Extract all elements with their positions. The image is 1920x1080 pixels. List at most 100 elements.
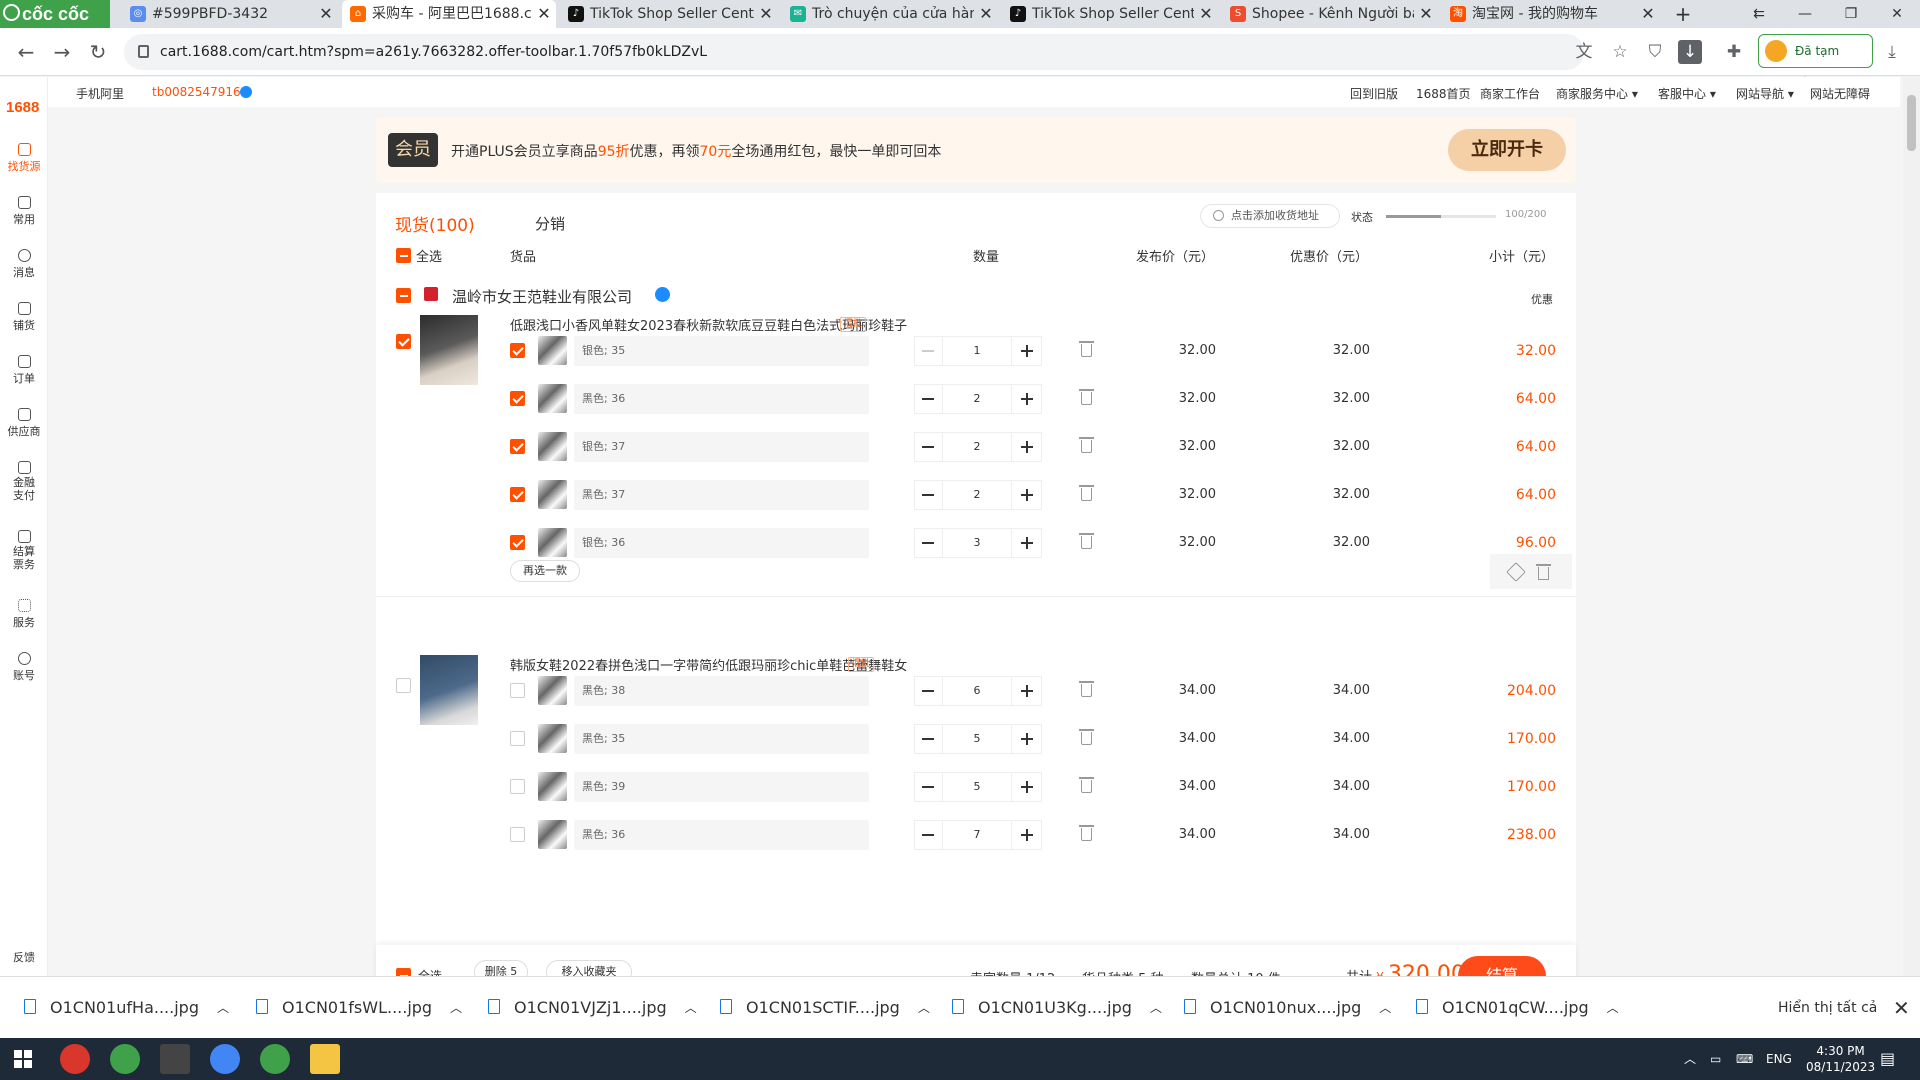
move-to-favorites-button[interactable]: 移入收藏夹 bbox=[546, 960, 632, 976]
sidebar-item-find-source[interactable]: 找货源 bbox=[0, 143, 48, 174]
quantity-input[interactable]: 7 bbox=[942, 820, 1012, 850]
sidebar-item-messages[interactable]: 消息 bbox=[0, 249, 48, 280]
profile-paused-button[interactable]: Đã tạm dừng bbox=[1758, 34, 1873, 90]
close-downloads-icon[interactable]: ✕ bbox=[1893, 977, 1910, 1039]
restore-button[interactable]: ❐ bbox=[1828, 0, 1874, 28]
sidebar-item-distribute[interactable]: 铺货 bbox=[0, 302, 48, 333]
bookmark-star-icon[interactable]: ☆ bbox=[1608, 40, 1632, 64]
reselect-button[interactable]: 再选一款 bbox=[510, 560, 580, 582]
user-link[interactable]: tb0082547916 bbox=[152, 85, 241, 99]
vertical-scrollbar[interactable] bbox=[1903, 77, 1920, 976]
tab-stock[interactable]: 现货(100) bbox=[395, 211, 475, 236]
delete-sku-icon[interactable] bbox=[1079, 777, 1094, 793]
tab-search-icon[interactable]: ⇇ bbox=[1736, 0, 1782, 28]
download-item[interactable]: O1CN01SCTIF....jpg ︿ bbox=[716, 977, 930, 1039]
decrease-button[interactable] bbox=[922, 738, 934, 740]
coccoc-taskbar-icon[interactable] bbox=[110, 1044, 140, 1074]
sidebar-item-account[interactable]: 账号 bbox=[0, 652, 48, 683]
select-all-checkbox[interactable] bbox=[396, 248, 411, 263]
decrease-button[interactable] bbox=[922, 446, 934, 448]
browser-logo[interactable]: cốc cốc bbox=[0, 0, 110, 28]
download-options-caret-icon[interactable]: ︿ bbox=[217, 977, 229, 1039]
quantity-input[interactable]: 1 bbox=[942, 336, 1012, 366]
close-window-button[interactable]: ✕ bbox=[1874, 0, 1920, 28]
delete-product-icon[interactable] bbox=[1536, 564, 1551, 580]
network-icon[interactable]: ▭ bbox=[1710, 1038, 1721, 1080]
sku-checkbox[interactable] bbox=[510, 487, 525, 502]
decrease-button[interactable] bbox=[922, 542, 934, 544]
quantity-input[interactable]: 2 bbox=[942, 384, 1012, 414]
top-link-customer-service[interactable]: 客服中心 ▾ bbox=[1658, 85, 1716, 102]
clock[interactable]: 4:30 PM 08/11/2023 bbox=[1806, 1043, 1875, 1075]
checkout-button[interactable]: 结算 bbox=[1458, 956, 1546, 976]
sku-spec[interactable]: 黑色; 37 bbox=[574, 480, 869, 510]
sku-checkbox[interactable] bbox=[510, 535, 525, 550]
tray-arrow-icon[interactable]: ︿ bbox=[1684, 1038, 1696, 1080]
download-options-caret-icon[interactable]: ︿ bbox=[450, 977, 462, 1039]
sku-spec[interactable]: 黑色; 35 bbox=[574, 724, 869, 754]
sku-spec[interactable]: 黑色; 36 bbox=[574, 384, 869, 414]
app-icon[interactable] bbox=[60, 1044, 90, 1074]
back-icon[interactable]: ← bbox=[14, 40, 38, 64]
tab-close-icon[interactable]: ✕ bbox=[318, 0, 334, 28]
download-tray-icon[interactable]: ⤓ bbox=[1880, 40, 1904, 64]
download-item[interactable]: O1CN01fsWL....jpg ︿ bbox=[252, 977, 462, 1039]
tab-close-icon[interactable]: ✕ bbox=[536, 0, 552, 28]
calculator-icon[interactable] bbox=[160, 1044, 190, 1074]
sidebar-item-orders[interactable]: 订单 bbox=[0, 355, 48, 386]
quantity-input[interactable]: 6 bbox=[942, 676, 1012, 706]
sku-checkbox[interactable] bbox=[510, 439, 525, 454]
top-link-accessibility[interactable]: 网站无障碍 bbox=[1810, 85, 1870, 102]
sku-spec[interactable]: 银色; 37 bbox=[574, 432, 869, 462]
increase-button-stem[interactable] bbox=[1026, 781, 1028, 793]
tab-5[interactable]: ♪ TikTok Shop Seller Center ✕ bbox=[1002, 0, 1218, 28]
translate-icon[interactable]: 文 bbox=[1572, 40, 1596, 64]
increase-button-stem[interactable] bbox=[1026, 393, 1028, 405]
tab-3[interactable]: ♪ TikTok Shop Seller Center ✕ bbox=[560, 0, 778, 28]
shield-icon[interactable]: ⛉ bbox=[1643, 40, 1667, 64]
sku-checkbox[interactable] bbox=[510, 391, 525, 406]
feedback-link[interactable]: 反馈 bbox=[0, 949, 48, 965]
sku-checkbox[interactable] bbox=[510, 827, 525, 842]
footer-select-all-checkbox[interactable] bbox=[396, 968, 411, 976]
tab-7[interactable]: 淘 淘宝网 - 我的购物车 ✕ bbox=[1442, 0, 1660, 28]
sku-checkbox[interactable] bbox=[510, 343, 525, 358]
sku-checkbox[interactable] bbox=[510, 683, 525, 698]
download-options-caret-icon[interactable]: ︿ bbox=[1607, 977, 1619, 1039]
decrease-button[interactable] bbox=[922, 834, 934, 836]
sku-spec[interactable]: 黑色; 39 bbox=[574, 772, 869, 802]
download-options-caret-icon[interactable]: ︿ bbox=[685, 977, 697, 1039]
sidebar-item-services[interactable]: 服务 bbox=[0, 599, 48, 630]
decrease-button[interactable] bbox=[922, 350, 934, 352]
shop-promo-label[interactable]: 优惠 bbox=[1531, 291, 1553, 307]
sidebar-item-settlement[interactable]: 结算 票务 bbox=[0, 530, 48, 571]
quantity-input[interactable]: 2 bbox=[942, 432, 1012, 462]
delete-sku-icon[interactable] bbox=[1079, 485, 1094, 501]
decrease-button[interactable] bbox=[922, 690, 934, 692]
chrome-icon[interactable] bbox=[210, 1044, 240, 1074]
delete-sku-icon[interactable] bbox=[1079, 825, 1094, 841]
tab-1[interactable]: ◎ #599PBFD-3432 ✕ bbox=[122, 0, 338, 28]
sidebar-item-suppliers[interactable]: 供应商 bbox=[0, 408, 48, 439]
extensions-icon[interactable]: ✚ bbox=[1722, 40, 1746, 64]
keyboard-icon[interactable]: ⌨ bbox=[1736, 1038, 1753, 1080]
notification-icon[interactable]: ▤ bbox=[1880, 1038, 1895, 1080]
sku-spec[interactable]: 黑色; 38 bbox=[574, 676, 869, 706]
top-link-home[interactable]: 1688首页 bbox=[1416, 85, 1471, 102]
sku-spec[interactable]: 银色; 36 bbox=[574, 528, 869, 558]
decrease-button[interactable] bbox=[922, 398, 934, 400]
sidebar-item-frequent[interactable]: 常用 bbox=[0, 196, 48, 227]
top-link-workbench[interactable]: 商家工作台 bbox=[1480, 85, 1540, 102]
tab-close-icon[interactable]: ✕ bbox=[1198, 0, 1214, 28]
top-link-service-center[interactable]: 商家服务中心 ▾ bbox=[1556, 85, 1638, 102]
delete-sku-icon[interactable] bbox=[1079, 729, 1094, 745]
download-options-caret-icon[interactable]: ︿ bbox=[1150, 977, 1162, 1039]
show-all-downloads[interactable]: Hiển thị tất cả bbox=[1778, 977, 1877, 1039]
tab-2-active[interactable]: ⌂ 采购车 - 阿里巴巴1688.com✕ bbox=[342, 0, 556, 28]
sidebar-item-finance[interactable]: 金融 支付 bbox=[0, 461, 48, 502]
download-options-caret-icon[interactable]: ︿ bbox=[1379, 977, 1391, 1039]
add-address-button[interactable]: 点击添加收货地址 bbox=[1200, 204, 1340, 228]
reload-icon[interactable]: ↻ bbox=[86, 40, 110, 64]
file-explorer-icon[interactable] bbox=[310, 1044, 340, 1074]
increase-button-stem[interactable] bbox=[1026, 537, 1028, 549]
